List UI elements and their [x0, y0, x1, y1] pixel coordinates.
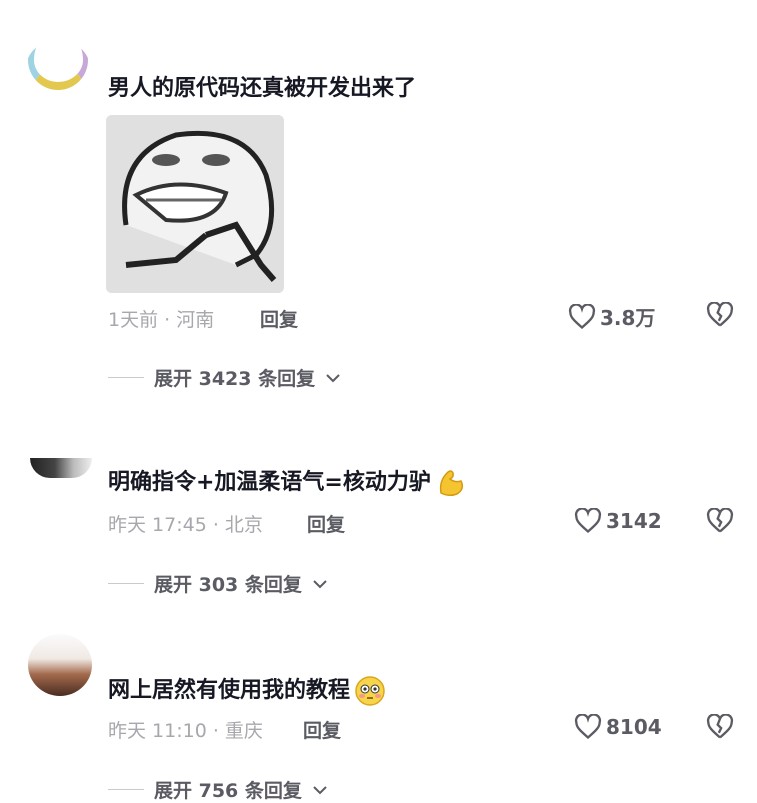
broken-heart-icon	[706, 301, 734, 327]
commenter-avatar[interactable]	[30, 458, 92, 486]
expand-replies-button[interactable]: 展开 303 条回复	[108, 570, 328, 597]
divider-line	[108, 377, 144, 378]
reply-button[interactable]: 回复	[307, 510, 345, 537]
dislike-button[interactable]	[706, 713, 734, 744]
expand-replies-label: 展开 303 条回复	[154, 574, 302, 596]
comment-text: 网上居然有使用我的教程	[108, 672, 386, 707]
heart-icon	[568, 303, 596, 329]
heart-icon	[574, 508, 602, 534]
chevron-down-icon	[313, 579, 327, 588]
expand-replies-button[interactable]: 展开 3423 条回复	[108, 364, 341, 391]
flexed-biceps-emoji	[439, 470, 463, 497]
commenter-avatar[interactable]	[28, 634, 92, 696]
broken-heart-icon	[706, 507, 734, 533]
comment-timestamp-location: 昨天 17:45 · 北京	[108, 514, 263, 536]
dislike-button[interactable]	[706, 507, 734, 538]
comment-text: 明确指令+加温柔语气=核动力驴	[108, 464, 467, 499]
expand-replies-label: 展开 3423 条回复	[154, 368, 316, 390]
chevron-down-icon	[326, 373, 340, 382]
like-count: 3142	[606, 509, 662, 533]
like-button[interactable]: 3.8万	[568, 302, 655, 331]
meme-sticker-image[interactable]	[106, 115, 284, 293]
expand-replies-button[interactable]: 展开 756 条回复	[108, 776, 328, 803]
comment-timestamp-location: 1天前 · 河南	[108, 309, 215, 331]
reply-button[interactable]: 回复	[303, 716, 341, 743]
like-count: 8104	[606, 715, 662, 739]
heart-icon	[574, 714, 602, 740]
dislike-button[interactable]	[706, 301, 734, 332]
like-count: 3.8万	[600, 306, 656, 330]
comment-timestamp-location: 昨天 11:10 · 重庆	[108, 720, 263, 742]
like-button[interactable]: 3142	[574, 508, 662, 534]
reply-button[interactable]: 回复	[260, 305, 298, 332]
like-button[interactable]: 8104	[574, 714, 662, 740]
divider-line	[108, 789, 144, 790]
divider-line	[108, 583, 144, 584]
expand-replies-label: 展开 756 条回复	[154, 780, 302, 802]
comment-text: 男人的原代码还真被开发出来了	[108, 76, 417, 101]
chevron-down-icon	[313, 785, 327, 794]
flushed-face-emoji	[355, 676, 385, 706]
broken-heart-icon	[706, 713, 734, 739]
commenter-avatar[interactable]	[26, 40, 90, 96]
